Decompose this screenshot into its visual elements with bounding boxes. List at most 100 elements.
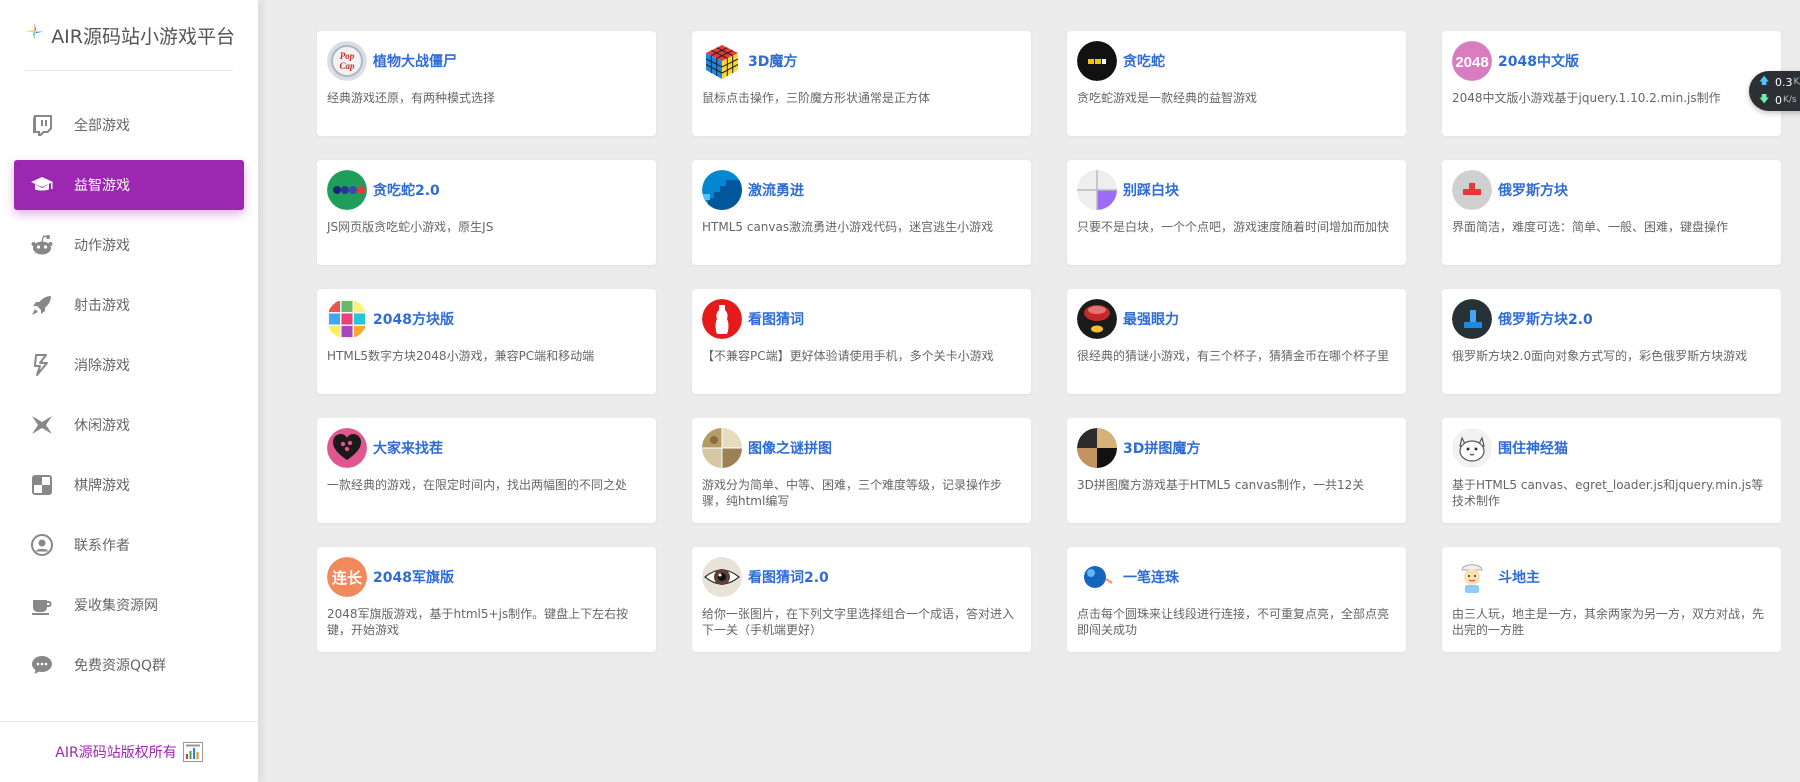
download-speed: 0	[1775, 93, 1782, 107]
brand-title: AIR源码站小游戏平台	[51, 25, 235, 48]
rubiks-cube-icon	[702, 41, 742, 81]
game-card[interactable]: 一笔连珠 点击每个圆珠来让线段进行连接，不可重复点亮，全部点亮即闯关成功	[1067, 547, 1406, 652]
eye-icon	[702, 557, 742, 597]
game-title: 围住神经猫	[1498, 441, 1568, 457]
sidebar-item-shooting-games[interactable]: 射击游戏	[14, 280, 244, 330]
upload-speed-row: 🡅 0.3 K/s	[1749, 73, 1800, 91]
game-card[interactable]: 别踩白块 只要不是白块，一个个点吧，游戏速度随着时间增加而加快	[1067, 160, 1406, 265]
game-title: 一笔连珠	[1123, 570, 1179, 586]
game-card[interactable]: 图像之谜拼图 游戏分为简单、中等、困难，三个难度等级，记录操作步骤，纯html编…	[692, 418, 1031, 523]
game-description: 游戏分为简单、中等、困难，三个难度等级，记录操作步骤，纯html编写	[702, 478, 1003, 508]
game-card[interactable]: 连长 2048军旗版 2048军旗版游戏，基于html5+js制作。键盘上下左右…	[317, 547, 656, 652]
download-speed-row: 🡇 0 K/s	[1749, 91, 1800, 109]
game-description: 只要不是白块，一个个点吧，游戏速度随着时间增加而加快	[1077, 220, 1390, 234]
game-card[interactable]: 贪吃蛇2.0 JS网页版贪吃蛇小游戏，原生JS	[317, 160, 656, 265]
sidebar-item-contact-author[interactable]: 联系作者	[14, 520, 244, 570]
coffee-cup-icon	[30, 593, 54, 617]
game-card[interactable]: 围住神经猫 基于HTML5 canvas、egret_loader.js和jqu…	[1442, 418, 1781, 523]
game-description: 俄罗斯方块2.0面向对象方式写的，彩色俄罗斯方块游戏	[1452, 349, 1748, 363]
game-card[interactable]: 2048 2048中文版 2048中文版小游戏基于jquery.1.10.2.m…	[1442, 31, 1781, 136]
app-root: AIR源码站小游戏平台 全部游戏 益智游戏 动作游戏 射击游戏 消除游戏 休闲游…	[0, 0, 1800, 782]
sidebar-item-label: 全部游戏	[74, 118, 130, 134]
sidebar-item-board-games[interactable]: 棋牌游戏	[14, 460, 244, 510]
svg-text:连长: 连长	[332, 569, 363, 587]
brand-divider	[25, 70, 233, 71]
game-title: 2048军旗版	[373, 570, 454, 586]
game-title: 激流勇进	[748, 183, 804, 199]
game-title: 看图猜词2.0	[748, 570, 829, 586]
game-grid: Pop Cap 植物大战僵尸 经典游戏还原，有两种模式选择 3D魔方 鼠标点击操作…	[317, 31, 1781, 652]
game-card[interactable]: 看图猜词2.0 给你一张图片，在下列文字里选择组合一个成语，答对进入下一关（手机…	[692, 547, 1031, 652]
twitch-icon	[30, 113, 54, 137]
game-description: 给你一张图片，在下列文字里选择组合一个成语，答对进入下一关（手机端更好）	[702, 607, 1015, 637]
network-speed-widget[interactable]: 🡅 0.3 K/s 🡇 0 K/s	[1749, 71, 1800, 111]
sidebar-item-qq-group[interactable]: 免费资源QQ群	[14, 640, 244, 690]
game-card[interactable]: Pop Cap 植物大战僵尸 经典游戏还原，有两种模式选择	[317, 31, 656, 136]
game-card[interactable]: 2048方块版 HTML5数字方块2048小游戏，兼容PC端和移动端	[317, 289, 656, 394]
game-card[interactable]: 贪吃蛇 贪吃蛇游戏是一款经典的益智游戏	[1067, 31, 1406, 136]
upload-speed: 0.3	[1775, 75, 1793, 89]
game-title: 图像之谜拼图	[748, 441, 832, 457]
bottle-icon	[702, 299, 742, 339]
arrow-down-icon: 🡇	[1759, 93, 1770, 105]
svg-text:2048: 2048	[1455, 54, 1488, 71]
game-description: 很经典的猜谜小游戏，有三个杯子，猜猜金币在哪个杯子里	[1077, 349, 1390, 363]
brand[interactable]: AIR源码站小游戏平台	[25, 18, 235, 52]
sidebar-item-label: 休闲游戏	[74, 418, 130, 434]
game-description: 点击每个圆珠来让线段进行连接，不可重复点亮，全部点亮即闯关成功	[1077, 607, 1390, 637]
sidebar-footer: AIR源码站版权所有	[0, 721, 258, 782]
snake-icon	[1077, 41, 1117, 81]
game-title: 植物大战僵尸	[373, 54, 457, 70]
sidebar-item-resource-site[interactable]: 爱收集资源网	[14, 580, 244, 630]
sidebar: AIR源码站小游戏平台 全部游戏 益智游戏 动作游戏 射击游戏 消除游戏 休闲游…	[0, 0, 258, 782]
sidebar-item-label: 联系作者	[74, 538, 130, 554]
game-title: 斗地主	[1498, 570, 1540, 586]
game-description: 鼠标点击操作，三阶魔方形状通常是正方体	[702, 91, 931, 105]
sidebar-item-label: 免费资源QQ群	[74, 658, 167, 674]
game-title: 3D拼图魔方	[1123, 441, 1201, 457]
game-card[interactable]: 看图猜词 【不兼容PC端】更好体验请使用手机，多个关卡小游戏	[692, 289, 1031, 394]
arrow-up-icon: 🡅	[1759, 75, 1770, 87]
game-title: 最强眼力	[1123, 312, 1179, 328]
game-description: 2048中文版小游戏基于jquery.1.10.2.min.js制作	[1452, 91, 1721, 105]
game-title: 俄罗斯方块2.0	[1498, 312, 1593, 328]
cat-icon	[1452, 428, 1492, 468]
heart-icon	[327, 428, 367, 468]
game-title: 贪吃蛇	[1123, 54, 1165, 70]
sidebar-item-label: 爱收集资源网	[74, 598, 158, 614]
origami-icon	[30, 413, 54, 437]
game-card[interactable]: 最强眼力 很经典的猜谜小游戏，有三个杯子，猜猜金币在哪个杯子里	[1067, 289, 1406, 394]
tetris-icon	[1452, 170, 1492, 210]
sidebar-item-label: 益智游戏	[74, 178, 130, 194]
game-card[interactable]: 大家来找茬 一款经典的游戏，在限定时间内，找出两幅图的不同之处	[317, 418, 656, 523]
sidebar-item-label: 动作游戏	[74, 238, 130, 254]
chat-bubble-icon	[30, 653, 54, 677]
svg-text:Cap: Cap	[339, 61, 355, 71]
game-card[interactable]: 激流勇进 HTML5 canvas激流勇进小游戏代码，迷宫逃生小游戏	[692, 160, 1031, 265]
sidebar-item-all-games[interactable]: 全部游戏	[14, 100, 244, 150]
game-card[interactable]: 3D拼图魔方 3D拼图魔方游戏基于HTML5 canvas制作，一共12关	[1067, 418, 1406, 523]
game-description: 贪吃蛇游戏是一款经典的益智游戏	[1077, 91, 1258, 105]
game-description: 经典游戏还原，有两种模式选择	[327, 91, 496, 105]
game-card[interactable]: 3D魔方 鼠标点击操作，三阶魔方形状通常是正方体	[692, 31, 1031, 136]
game-description: 【不兼容PC端】更好体验请使用手机，多个关卡小游戏	[702, 349, 994, 363]
game-description: 基于HTML5 canvas、egret_loader.js和jquery.mi…	[1452, 478, 1764, 508]
sidebar-item-elimination-games[interactable]: 消除游戏	[14, 340, 244, 390]
game-card[interactable]: 俄罗斯方块 界面简洁，难度可选：简单、一般、困难，键盘操作	[1442, 160, 1781, 265]
game-card[interactable]: 俄罗斯方块2.0 俄罗斯方块2.0面向对象方式写的，彩色俄罗斯方块游戏	[1442, 289, 1781, 394]
svg-text:Pop: Pop	[340, 51, 355, 61]
game-card[interactable]: 斗地主 由三人玩，地主是一方，其余两家为另一方，双方对战，先出完的一方胜	[1442, 547, 1781, 652]
copyright-link[interactable]: AIR源码站版权所有	[55, 742, 176, 762]
sidebar-item-puzzle-games[interactable]: 益智游戏	[14, 160, 244, 210]
tiles-icon	[1077, 170, 1117, 210]
cnzz-stats-icon[interactable]	[182, 742, 203, 762]
user-circle-icon	[30, 533, 54, 557]
sidebar-item-label: 射击游戏	[74, 298, 130, 314]
sidebar-item-action-games[interactable]: 动作游戏	[14, 220, 244, 270]
sidebar-item-casual-games[interactable]: 休闲游戏	[14, 400, 244, 450]
tetris-blue-icon	[1452, 299, 1492, 339]
stairs-icon	[702, 170, 742, 210]
game-description: HTML5数字方块2048小游戏，兼容PC端和移动端	[327, 349, 595, 363]
game-title: 看图猜词	[748, 312, 804, 328]
game-title: 别踩白块	[1123, 183, 1179, 199]
